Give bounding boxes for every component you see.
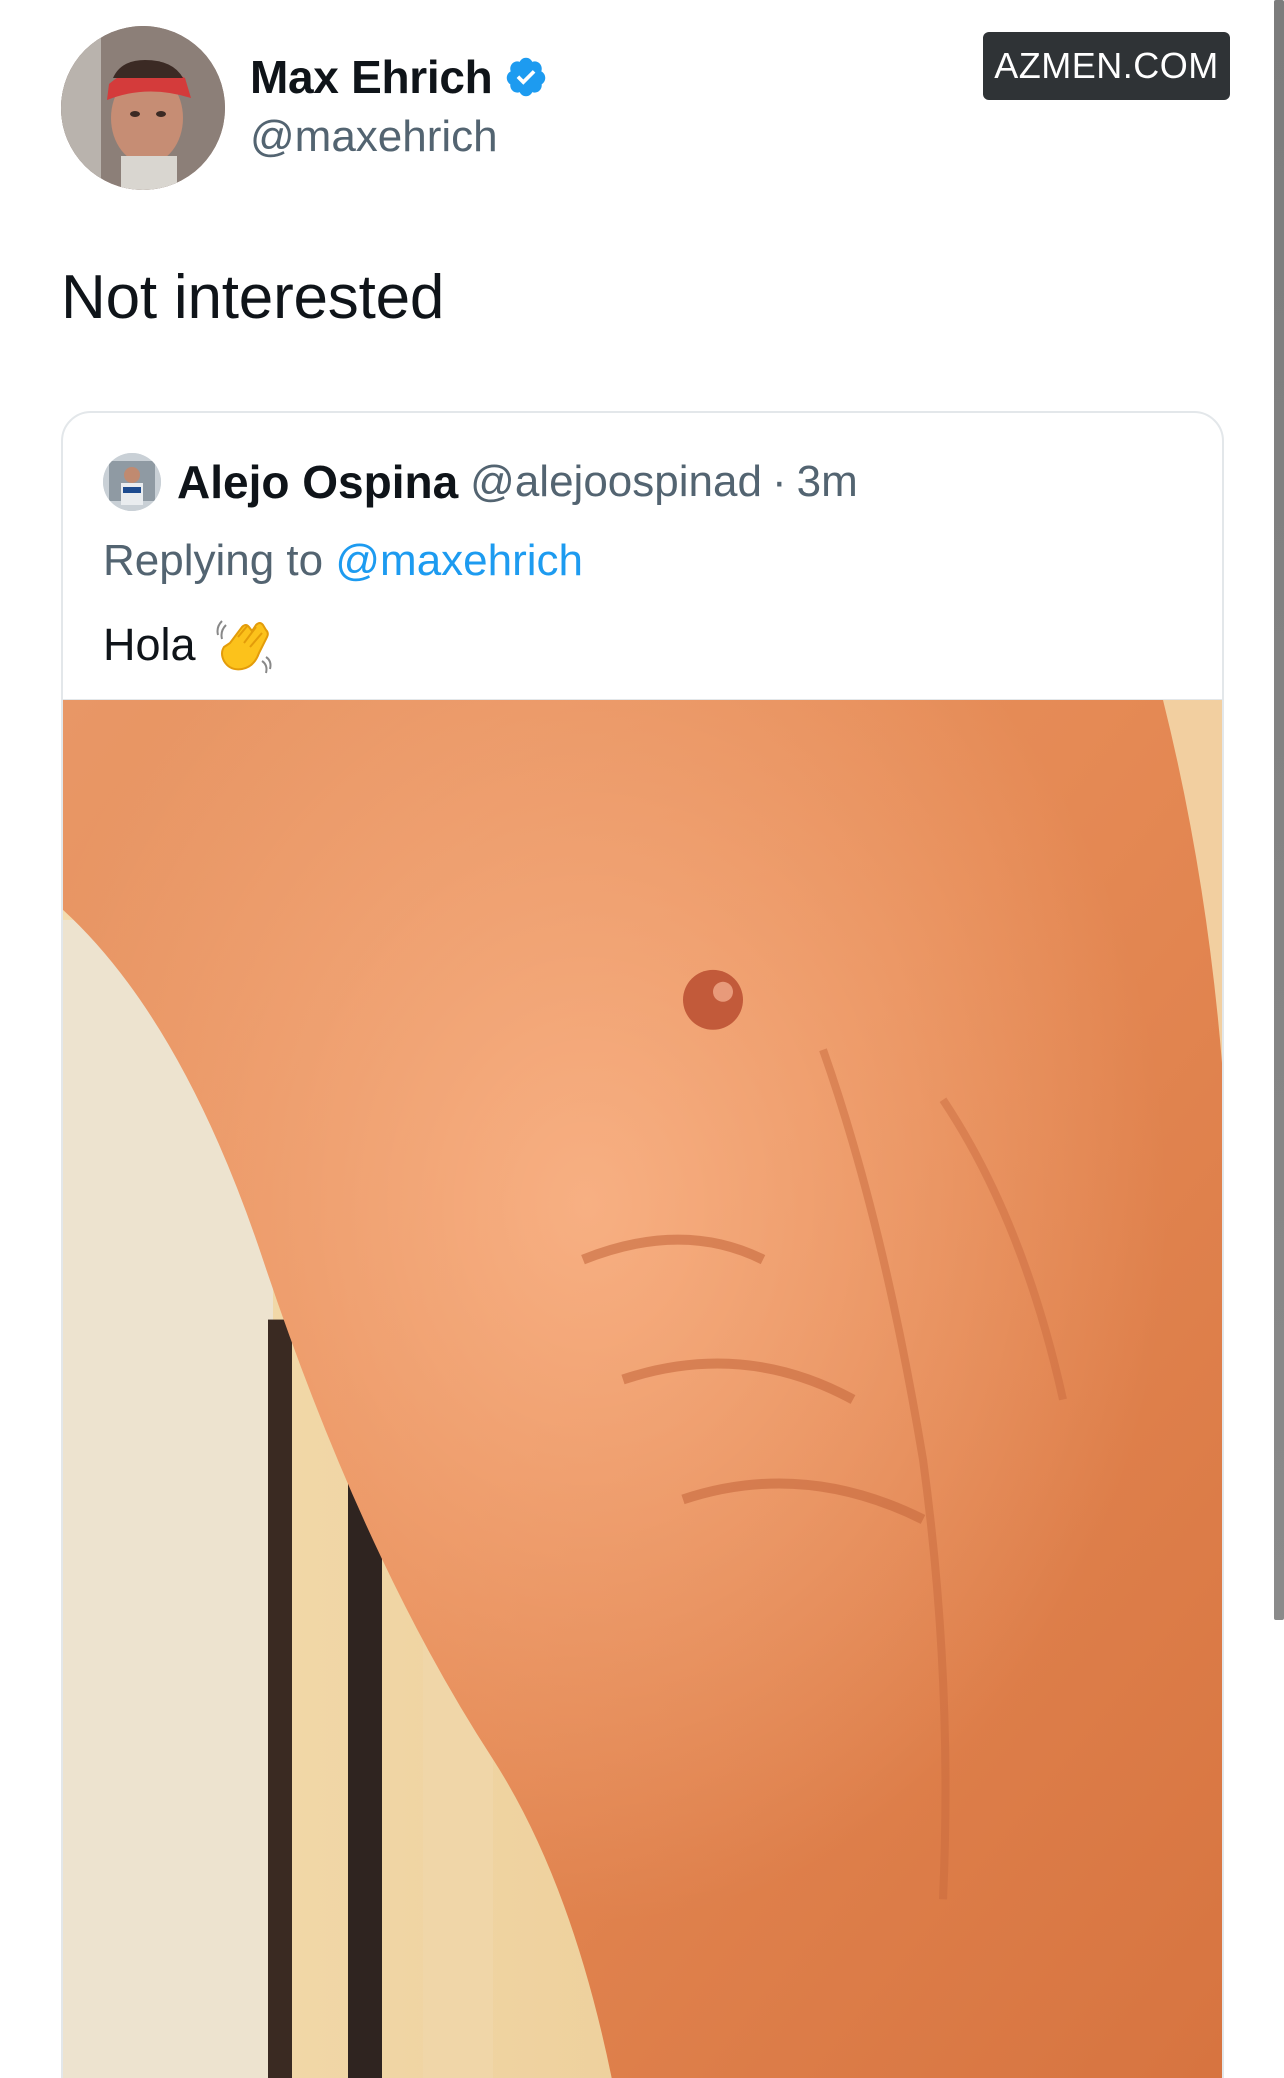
quoted-tweet-photo[interactable]	[63, 699, 1222, 2078]
replying-to: Replying to @maxehrich	[103, 536, 583, 586]
reply-mention-link[interactable]: @maxehrich	[335, 536, 583, 585]
quoted-author-name[interactable]: Alejo Ospina	[177, 455, 458, 509]
watermark: AZMEN.COM	[983, 32, 1230, 100]
tweet-screenshot: Max Ehrich @maxehrich AZMEN.COM Not inte…	[0, 0, 1284, 2078]
author-avatar[interactable]	[61, 26, 225, 190]
waving-hand-icon	[216, 620, 272, 674]
quoted-author-avatar[interactable]	[103, 453, 161, 511]
quoted-text: Hola	[103, 619, 196, 670]
author-display-name[interactable]: Max Ehrich	[250, 50, 493, 104]
verified-badge-icon	[507, 57, 546, 97]
photo-image	[63, 700, 1222, 2078]
separator-dot: ·	[771, 457, 787, 506]
replying-to-label: Replying to	[103, 536, 324, 585]
profile-photo-icon	[61, 26, 225, 190]
quoted-tweet-card[interactable]: Alejo Ospina @alejoospinad · 3m Replying…	[61, 411, 1224, 2078]
quoted-timestamp[interactable]: 3m	[797, 457, 858, 507]
scrollbar[interactable]	[1274, 0, 1284, 1620]
author-name-row[interactable]: Max Ehrich	[250, 50, 548, 104]
quoted-author-handle[interactable]: @alejoospinad	[470, 457, 762, 507]
tweet-text: Not interested	[61, 263, 445, 332]
profile-photo-icon	[103, 453, 161, 511]
quoted-tweet-text: Hola	[103, 613, 276, 677]
quoted-tweet-header: Alejo Ospina @alejoospinad · 3m	[103, 453, 858, 511]
author-handle[interactable]: @maxehrich	[250, 112, 498, 162]
